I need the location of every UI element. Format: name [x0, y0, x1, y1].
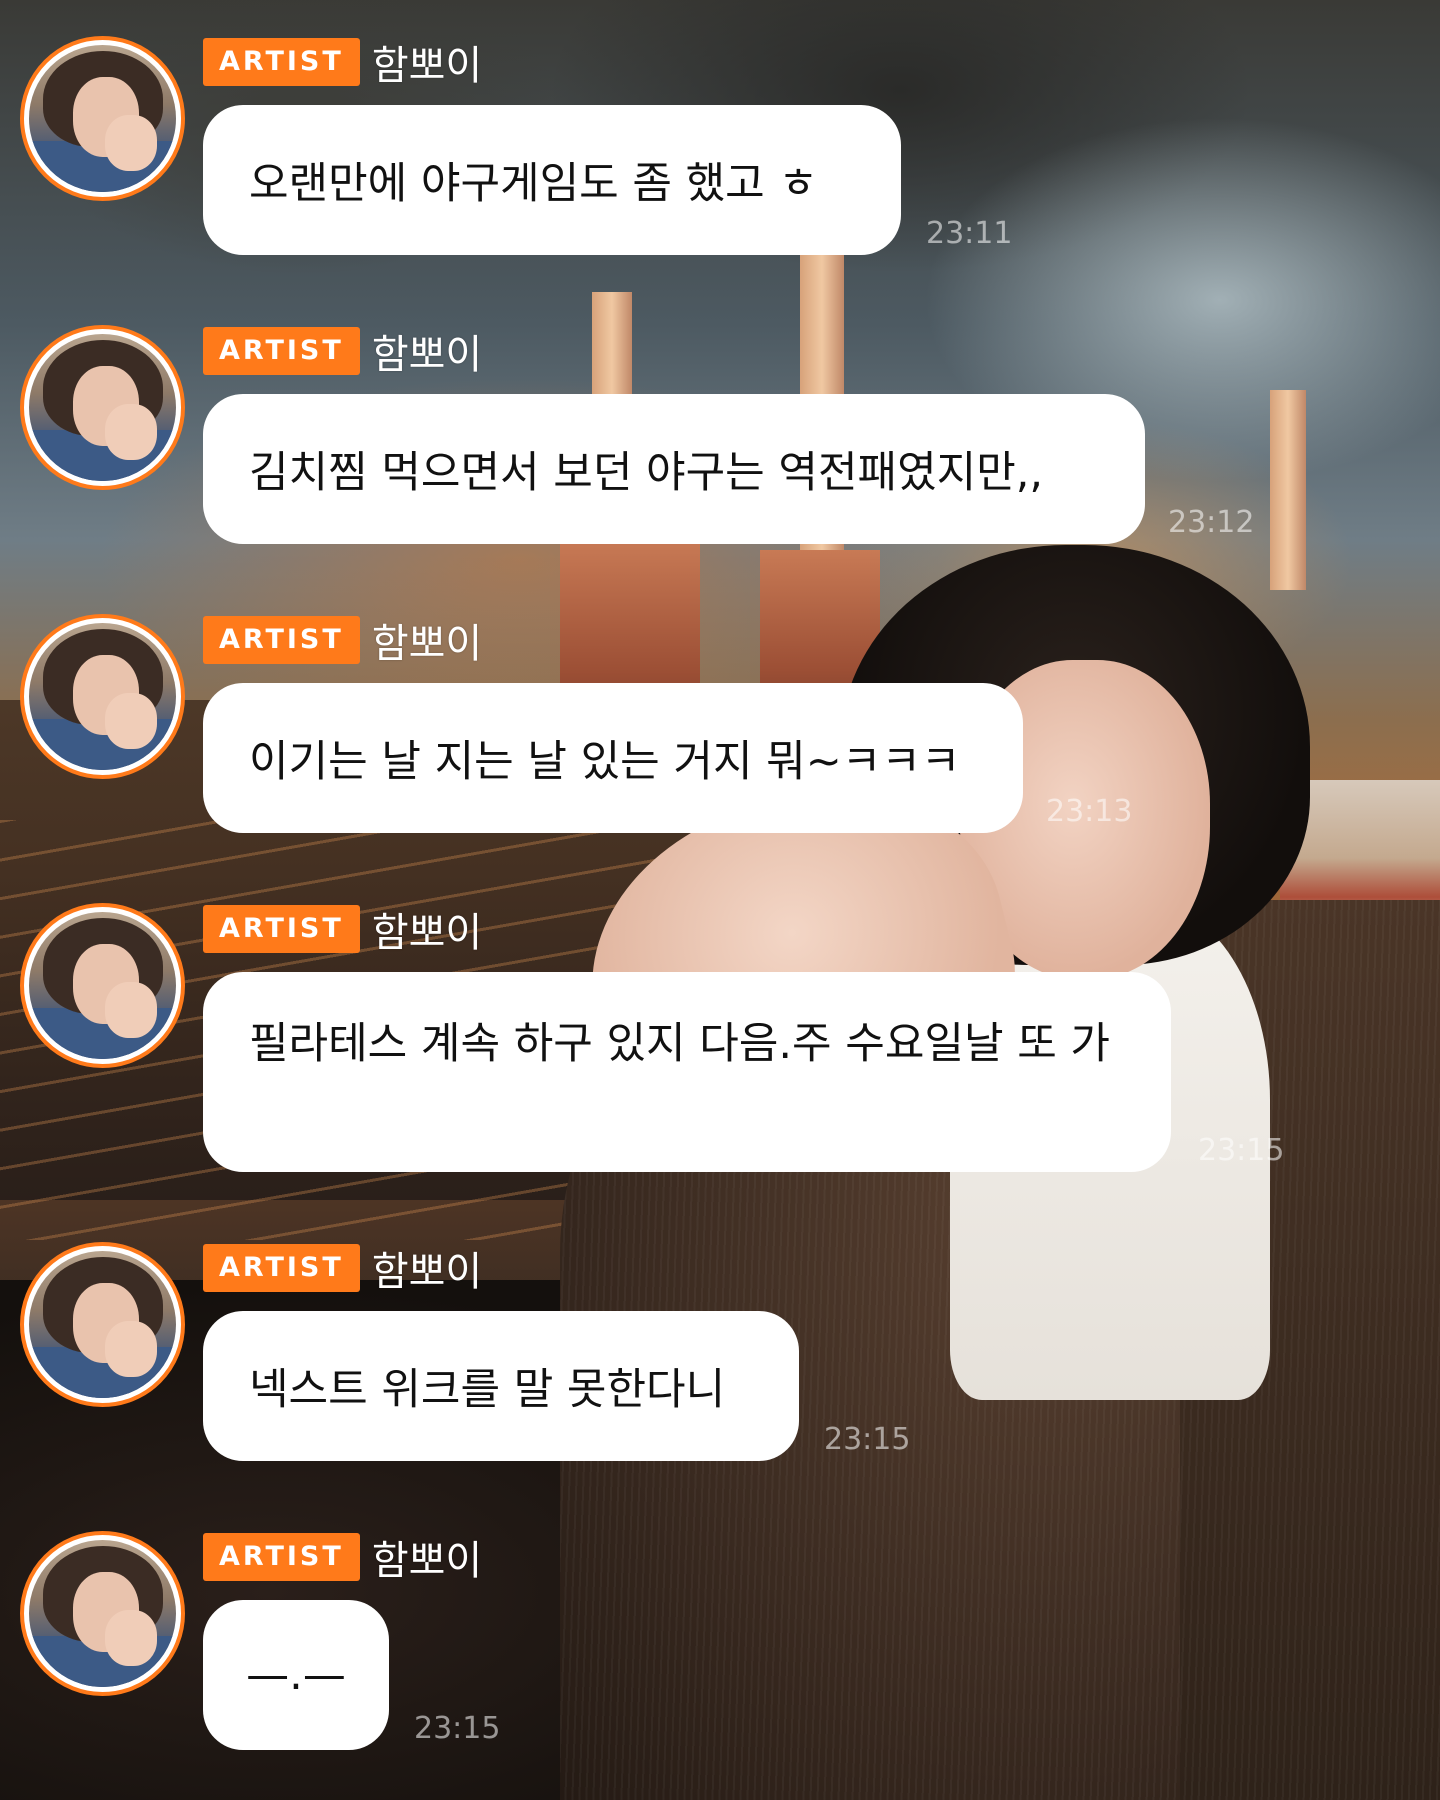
artist-badge: ARTIST [203, 1244, 360, 1292]
message-time: 23:12 [1168, 505, 1255, 540]
avatar-photo [29, 1251, 176, 1398]
sender-name: 함뽀이 [371, 1538, 483, 1584]
avatar-photo [29, 334, 176, 481]
sender-row: ARTIST 함뽀이 [203, 322, 482, 380]
artist-avatar[interactable] [20, 36, 185, 201]
artist-avatar[interactable] [20, 325, 185, 490]
artist-badge: ARTIST [203, 38, 360, 86]
artist-badge: ARTIST [203, 1533, 360, 1581]
message-bubble[interactable]: 김치찜 먹으면서 보던 야구는 역전패였지만,, [203, 394, 1145, 544]
avatar-photo [29, 912, 176, 1059]
background-chimney [1270, 390, 1306, 590]
sender-name: 함뽀이 [371, 621, 483, 667]
message-time: 23:15 [1198, 1133, 1285, 1168]
sender-row: ARTIST 함뽀이 [203, 1239, 482, 1297]
artist-badge: ARTIST [203, 327, 360, 375]
message-time: 23:15 [824, 1422, 911, 1457]
message-bubble[interactable]: 넥스트 위크를 말 못한다니 [203, 1311, 799, 1461]
artist-badge: ARTIST [203, 616, 360, 664]
sender-row: ARTIST 함뽀이 [203, 611, 482, 669]
message-bubble[interactable]: —.— [203, 1600, 389, 1750]
artist-avatar[interactable] [20, 903, 185, 1068]
avatar-photo [29, 1540, 176, 1687]
sender-name: 함뽀이 [371, 332, 483, 378]
sender-name: 함뽀이 [371, 910, 483, 956]
message-time: 23:13 [1046, 794, 1133, 829]
artist-avatar[interactable] [20, 614, 185, 779]
sender-name: 함뽀이 [371, 43, 483, 89]
sender-row: ARTIST 함뽀이 [203, 1528, 482, 1586]
message-time: 23:11 [926, 216, 1013, 251]
message-time: 23:15 [414, 1711, 501, 1746]
artist-avatar[interactable] [20, 1242, 185, 1407]
sender-row: ARTIST 함뽀이 [203, 33, 482, 91]
message-bubble[interactable]: 오랜만에 야구게임도 좀 했고 ㅎ [203, 105, 901, 255]
artist-badge: ARTIST [203, 905, 360, 953]
avatar-photo [29, 45, 176, 192]
artist-avatar[interactable] [20, 1531, 185, 1696]
message-bubble[interactable]: 이기는 날 지는 날 있는 거지 뭐~ㅋㅋㅋ [203, 683, 1023, 833]
sender-row: ARTIST 함뽀이 [203, 900, 482, 958]
sender-name: 함뽀이 [371, 1249, 483, 1295]
avatar-photo [29, 623, 176, 770]
message-bubble[interactable]: 필라테스 계속 하구 있지 다음.주 수요일날 또 가 [203, 972, 1171, 1172]
